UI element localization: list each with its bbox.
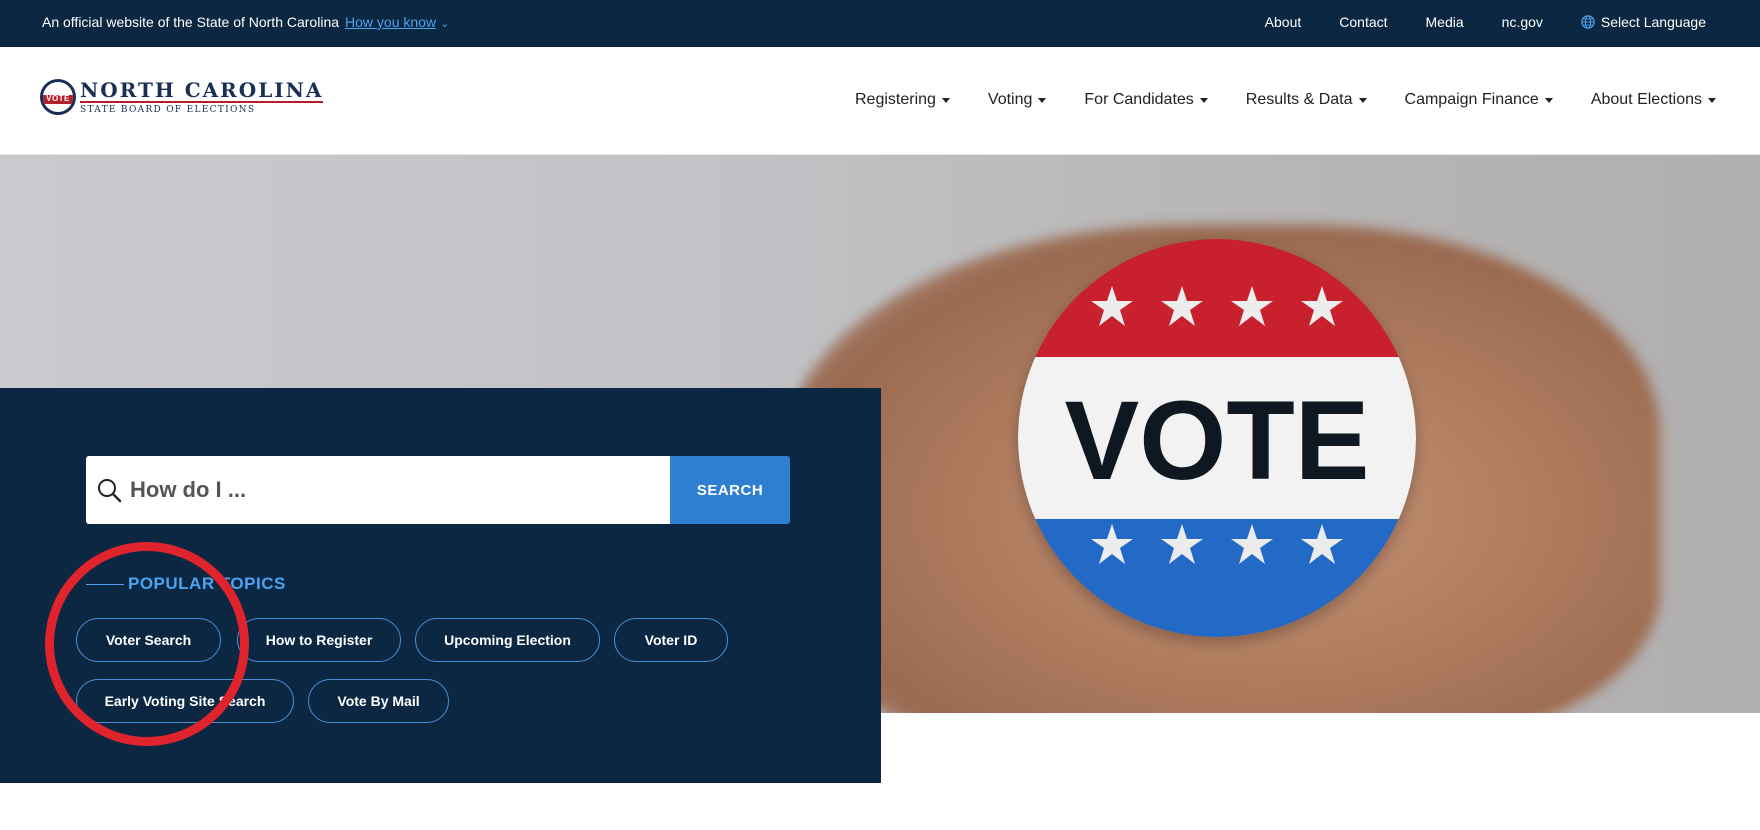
topic-upcoming-election[interactable]: Upcoming Election bbox=[415, 618, 600, 662]
annotation-circle bbox=[45, 542, 249, 746]
utility-link-contact[interactable]: Contact bbox=[1339, 14, 1387, 30]
nav-for-candidates[interactable]: For Candidates bbox=[1084, 91, 1208, 109]
globe-icon bbox=[1581, 15, 1595, 29]
chevron-down-icon[interactable]: ⌄ bbox=[440, 17, 449, 30]
search-button[interactable]: SEARCH bbox=[670, 456, 790, 524]
official-notice: An official website of the State of Nort… bbox=[42, 14, 449, 30]
site-header: VOTE NORTH CAROLINA STATE BOARD OF ELECT… bbox=[0, 47, 1760, 155]
topic-vote-by-mail[interactable]: Vote By Mail bbox=[308, 679, 449, 723]
search-box: How do I ... SEARCH bbox=[86, 456, 790, 524]
utility-link-about[interactable]: About bbox=[1265, 14, 1302, 30]
logo-subtitle: STATE BOARD OF ELECTIONS bbox=[80, 104, 256, 115]
how-you-know-link[interactable]: How you know bbox=[345, 14, 436, 30]
caret-down-icon bbox=[1708, 97, 1716, 103]
nav-results-data[interactable]: Results & Data bbox=[1246, 91, 1367, 109]
vote-button-pin: VOTE bbox=[1018, 239, 1416, 637]
search-placeholder: How do I ... bbox=[130, 477, 247, 502]
nav-voting[interactable]: Voting bbox=[988, 91, 1047, 109]
caret-down-icon bbox=[1199, 97, 1208, 103]
vote-pin-text: VOTE bbox=[1065, 378, 1370, 503]
site-logo[interactable]: VOTE NORTH CAROLINA STATE BOARD OF ELECT… bbox=[40, 77, 324, 115]
nav-campaign-finance[interactable]: Campaign Finance bbox=[1405, 91, 1553, 109]
topic-how-to-register[interactable]: How to Register bbox=[237, 618, 401, 662]
utility-link-ncgov[interactable]: nc.gov bbox=[1502, 14, 1543, 30]
main-nav: Registering Voting For Candidates Result… bbox=[855, 91, 1716, 109]
search-input[interactable]: How do I ... bbox=[86, 456, 670, 524]
select-language-label: Select Language bbox=[1600, 14, 1706, 30]
select-language-button[interactable]: Select Language bbox=[1581, 14, 1706, 30]
utility-nav: About Contact Media nc.gov Select Langua… bbox=[1265, 14, 1706, 30]
caret-down-icon bbox=[1358, 97, 1367, 103]
caret-down-icon bbox=[1038, 97, 1047, 103]
logo-title: NORTH CAROLINA bbox=[80, 77, 324, 102]
topic-voter-id[interactable]: Voter ID bbox=[614, 618, 728, 662]
seal-text: VOTE bbox=[46, 94, 70, 103]
caret-down-icon bbox=[1544, 97, 1553, 103]
vote-seal-icon: VOTE bbox=[40, 79, 76, 115]
nav-about-elections[interactable]: About Elections bbox=[1591, 91, 1716, 109]
official-banner: An official website of the State of Nort… bbox=[0, 0, 1760, 47]
search-icon bbox=[98, 479, 122, 503]
nav-registering[interactable]: Registering bbox=[855, 91, 950, 109]
utility-link-media[interactable]: Media bbox=[1426, 14, 1464, 30]
official-text: An official website of the State of Nort… bbox=[42, 14, 340, 30]
caret-down-icon bbox=[941, 97, 950, 103]
